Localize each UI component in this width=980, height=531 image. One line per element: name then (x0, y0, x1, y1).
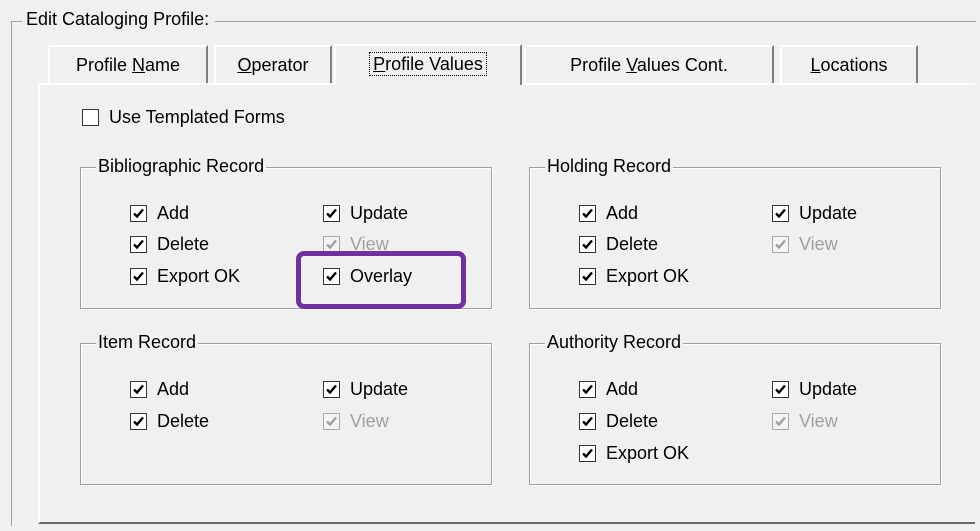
checkbox-label: View (799, 234, 838, 254)
item-delete-checkbox[interactable]: Delete (130, 410, 209, 432)
checkbox-label: Export OK (157, 266, 241, 286)
tab-locations[interactable]: Locations (780, 45, 918, 84)
tab-label-post: rofile Values (385, 54, 483, 74)
checkbox-label: Use Templated Forms (109, 107, 285, 127)
authority-delete-checkbox[interactable]: Delete (579, 410, 658, 432)
tab-label-key: N (132, 55, 145, 75)
tab-label-post: perator (251, 55, 309, 75)
holding-update-checkbox[interactable]: Update (772, 202, 857, 224)
checkmark-icon (772, 204, 789, 222)
tab-label-post: ocations (820, 55, 888, 75)
tab-profile-values[interactable]: Profile Values (334, 44, 522, 85)
checkmark-icon (772, 380, 789, 398)
checkbox-label: Add (606, 379, 639, 399)
tab-label-key: L (810, 55, 821, 75)
tab-operator[interactable]: Operator (214, 45, 332, 84)
checkmark-icon (772, 412, 789, 430)
checkbox-label: Export OK (606, 266, 690, 286)
checkmark-icon (323, 204, 340, 222)
checkmark-icon (579, 412, 596, 430)
checkbox-label: View (799, 411, 838, 431)
tab-label-key: O (237, 55, 252, 75)
holding-add-checkbox[interactable]: Add (579, 202, 638, 224)
authority-view-checkbox: View (772, 410, 838, 432)
group-title: Holding Record (545, 155, 674, 177)
overlay-highlight-box (296, 251, 466, 309)
item-add-checkbox[interactable]: Add (130, 378, 189, 400)
checkmark-icon (130, 235, 147, 253)
item-update-checkbox[interactable]: Update (323, 378, 408, 400)
authority-add-checkbox[interactable]: Add (579, 378, 638, 400)
tab-profile-values-cont[interactable]: Profile Values Cont. (524, 45, 774, 84)
checkmark-icon (579, 380, 596, 398)
checkbox-label: Add (157, 379, 190, 399)
unchecked-box-icon (82, 108, 99, 126)
checkbox-label: Delete (157, 234, 210, 254)
tab-label-post: ame (145, 55, 181, 75)
group-title: Bibliographic Record (96, 155, 267, 177)
checkbox-label: Export OK (606, 443, 690, 463)
checkbox-label: View (350, 411, 389, 431)
checkbox-label: Update (350, 379, 409, 399)
tab-profile-name[interactable]: Profile Name (48, 45, 208, 84)
holding-view-checkbox: View (772, 233, 838, 255)
holding-export-ok-checkbox[interactable]: Export OK (579, 265, 689, 287)
checkmark-icon (579, 267, 596, 285)
checkmark-icon (772, 235, 789, 253)
tab-label-post: alues Cont. (636, 55, 728, 75)
checkmark-icon (579, 235, 596, 253)
use-templated-forms-checkbox[interactable]: Use Templated Forms (82, 106, 285, 128)
bib-update-checkbox[interactable]: Update (323, 202, 408, 224)
checkmark-icon (579, 444, 596, 462)
checkbox-label: Add (606, 203, 639, 223)
checkbox-label: Delete (157, 411, 210, 431)
checkmark-icon (323, 412, 340, 430)
tab-label-pre: Profile (75, 55, 132, 75)
bib-add-checkbox[interactable]: Add (130, 202, 189, 224)
checkmark-icon (130, 412, 147, 430)
item-view-checkbox: View (323, 410, 389, 432)
checkbox-label: Update (350, 203, 409, 223)
authority-export-ok-checkbox[interactable]: Export OK (579, 442, 689, 464)
checkmark-icon (323, 235, 340, 253)
holding-delete-checkbox[interactable]: Delete (579, 233, 658, 255)
tab-label-key: P (373, 54, 386, 74)
tab-label-pre: Profile (570, 55, 627, 75)
checkbox-label: Add (157, 203, 190, 223)
checkbox-label: Delete (606, 234, 659, 254)
group-title: Item Record (96, 331, 199, 353)
authority-update-checkbox[interactable]: Update (772, 378, 857, 400)
bib-delete-checkbox[interactable]: Delete (130, 233, 209, 255)
checkmark-icon (323, 380, 340, 398)
checkbox-label: Update (799, 379, 858, 399)
checkbox-label: Delete (606, 411, 659, 431)
checkbox-label: Update (799, 203, 858, 223)
checkmark-icon (130, 204, 147, 222)
checkmark-icon (130, 380, 147, 398)
tab-label-key: V (626, 55, 637, 75)
group-title: Authority Record (545, 331, 684, 353)
checkmark-icon (130, 267, 147, 285)
checkmark-icon (579, 204, 596, 222)
bib-export-ok-checkbox[interactable]: Export OK (130, 265, 240, 287)
frame-title: Edit Cataloging Profile: (22, 7, 216, 31)
